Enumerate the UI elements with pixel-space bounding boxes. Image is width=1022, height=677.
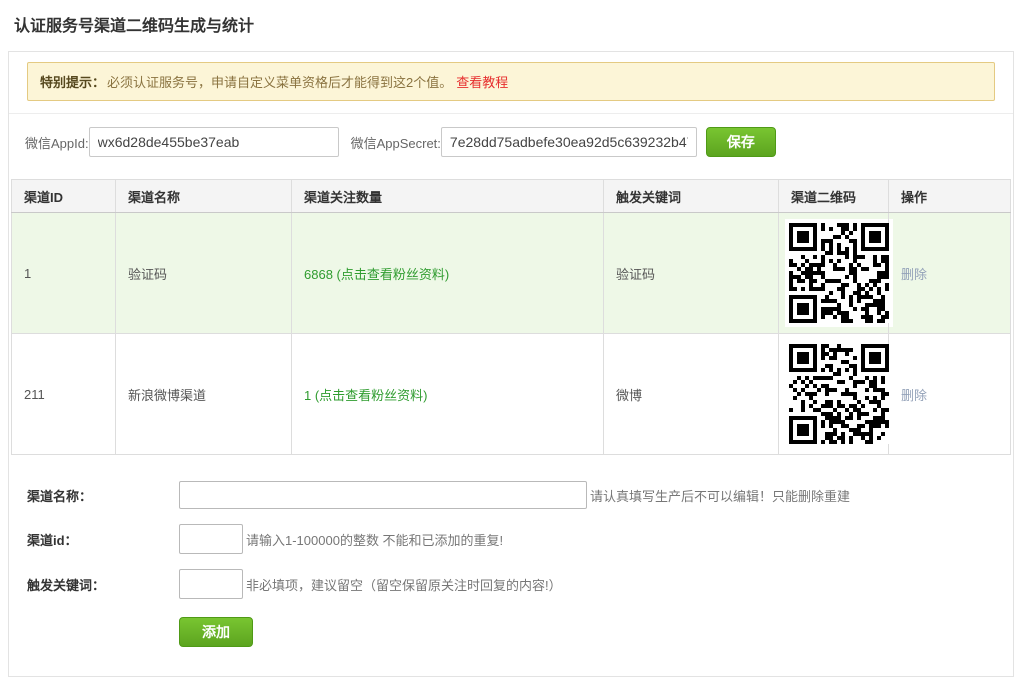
channel-name-row: 渠道名称： 请认真填写生产后不可以编辑！只能删除重建 <box>27 481 1013 509</box>
notice-section: 特别提示：必须认证服务号，申请自定义菜单资格后才能得到这2个值。查看教程 <box>9 52 1013 114</box>
save-button[interactable]: 保存 <box>706 127 776 157</box>
channel-id-hint: 请输入1-100000的整数 不能和已添加的重复! <box>246 530 503 549</box>
view-tutorial-link[interactable]: 查看教程 <box>456 75 508 90</box>
channel-id-cell: 1 <box>12 213 116 334</box>
channel-name-cell: 新浪微博渠道 <box>116 334 292 455</box>
page-title: 认证服务号渠道二维码生成与统计 <box>14 12 1022 36</box>
appid-input[interactable] <box>89 127 339 157</box>
notice-box: 特别提示：必须认证服务号，申请自定义菜单资格后才能得到这2个值。查看教程 <box>27 62 995 101</box>
channel-id-row: 渠道id： 请输入1-100000的整数 不能和已添加的重复! <box>27 524 1013 554</box>
action-cell: 删除 <box>889 213 1011 334</box>
notice-text: 必须认证服务号，申请自定义菜单资格后才能得到这2个值。 <box>107 75 452 90</box>
channel-table-head: 渠道ID渠道名称渠道关注数量触发关键词渠道二维码操作 <box>12 180 1011 213</box>
main-panel: 特别提示：必须认证服务号，申请自定义菜单资格后才能得到这2个值。查看教程 微信A… <box>8 51 1014 677</box>
channel-table-body: 1验证码6868 (点击查看粉丝资料)验证码删除211新浪微博渠道1 (点击查看… <box>12 213 1011 455</box>
table-row: 1验证码6868 (点击查看粉丝资料)验证码删除 <box>12 213 1011 334</box>
table-header-row: 渠道ID渠道名称渠道关注数量触发关键词渠道二维码操作 <box>12 180 1011 213</box>
page: 认证服务号渠道二维码生成与统计 特别提示：必须认证服务号，申请自定义菜单资格后才… <box>0 12 1022 677</box>
credentials-form: 微信AppId: 微信AppSecret: 保存 <box>9 114 1013 171</box>
column-header: 操作 <box>889 180 1011 213</box>
add-channel-form: 渠道名称： 请认真填写生产后不可以编辑！只能删除重建 渠道id： 请输入1-10… <box>27 481 1013 647</box>
channel-id-cell: 211 <box>12 334 116 455</box>
trigger-keyword-cell: 微博 <box>604 334 779 455</box>
channel-qr-cell <box>779 213 889 334</box>
column-header: 渠道名称 <box>116 180 292 213</box>
channel-count-cell: 6868 (点击查看粉丝资料) <box>292 213 604 334</box>
channel-name-input[interactable] <box>179 481 587 509</box>
appsecret-input[interactable] <box>441 127 697 157</box>
channel-id-input[interactable] <box>179 524 243 554</box>
action-cell: 删除 <box>889 334 1011 455</box>
channel-table: 渠道ID渠道名称渠道关注数量触发关键词渠道二维码操作 1验证码6868 (点击查… <box>11 179 1011 455</box>
table-row: 211新浪微博渠道 1 (点击查看粉丝资料) 微博 删除 <box>12 334 1011 455</box>
channel-id-label: 渠道id： <box>27 530 179 549</box>
channel-name-hint: 请认真填写生产后不可以编辑！只能删除重建 <box>590 486 850 505</box>
column-header: 渠道二维码 <box>779 180 889 213</box>
channel-name-label: 渠道名称： <box>27 486 179 505</box>
channel-qr-code <box>785 340 893 448</box>
channel-name-cell: 验证码 <box>116 213 292 334</box>
trigger-keyword-cell: 验证码 <box>604 213 779 334</box>
add-button[interactable]: 添加 <box>179 617 253 647</box>
view-fans-link[interactable]: 6868 (点击查看粉丝资料) <box>304 267 449 282</box>
add-button-row: 添加 <box>27 617 1013 647</box>
column-header: 渠道关注数量 <box>292 180 604 213</box>
trigger-keyword-row: 触发关键词： 非必填项，建议留空（留空保留原关注时回复的内容!） <box>27 569 1013 599</box>
channel-qr-code <box>785 219 893 327</box>
appsecret-label: 微信AppSecret: <box>351 133 441 152</box>
column-header: 触发关键词 <box>604 180 779 213</box>
column-header: 渠道ID <box>12 180 116 213</box>
delete-link[interactable]: 删除 <box>901 267 927 282</box>
notice-label: 特别提示： <box>40 75 105 90</box>
delete-link[interactable]: 删除 <box>901 388 927 403</box>
trigger-keyword-input[interactable] <box>179 569 243 599</box>
trigger-keyword-label: 触发关键词： <box>27 575 179 594</box>
trigger-keyword-hint: 非必填项，建议留空（留空保留原关注时回复的内容!） <box>246 575 562 594</box>
appid-label: 微信AppId: <box>25 133 89 152</box>
channel-count-cell: 1 (点击查看粉丝资料) <box>292 334 604 455</box>
channel-qr-cell <box>779 334 889 455</box>
view-fans-link[interactable]: 1 (点击查看粉丝资料) <box>304 388 428 403</box>
